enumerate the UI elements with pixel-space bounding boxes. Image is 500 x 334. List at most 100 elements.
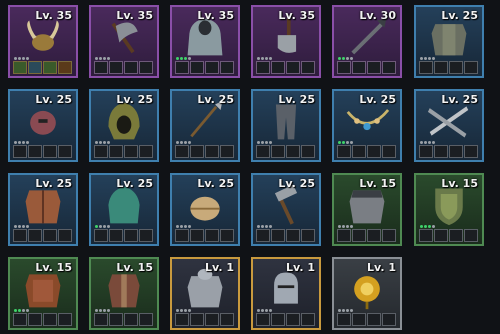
inventory-item[interactable]: Lv. 30 [332, 5, 402, 78]
upgrade-pip [424, 57, 427, 60]
upgrade-pip [342, 141, 345, 144]
gem-socket-empty [220, 61, 234, 74]
upgrade-pip [424, 225, 427, 228]
upgrade-pip [350, 225, 353, 228]
inventory-item[interactable]: Lv. 15 [89, 257, 159, 330]
inventory-item[interactable]: Lv. 35 [89, 5, 159, 78]
gem-socket-empty [271, 313, 285, 326]
inventory-item[interactable]: Lv. 35 [8, 5, 78, 78]
inventory-item[interactable]: Lv. 25 [414, 89, 484, 162]
gem-socket-empty [190, 145, 204, 158]
upgrade-pip [420, 141, 423, 144]
gem-socket-empty [124, 313, 138, 326]
inventory-item[interactable]: Lv. 25 [89, 89, 159, 162]
upgrade-pip [346, 57, 349, 60]
upgrade-pip [424, 141, 427, 144]
gem-slots [94, 145, 153, 158]
gem-slots [419, 61, 478, 74]
upgrade-pip [180, 141, 183, 144]
upgrade-pip [188, 309, 191, 312]
gem-socket-empty [43, 145, 57, 158]
inventory-item[interactable]: Lv. 25 [170, 173, 240, 246]
gem-socket-empty [301, 61, 315, 74]
upgrade-pip [342, 309, 345, 312]
inventory-item[interactable]: Lv. 25 [414, 5, 484, 78]
gem-socket-empty [205, 229, 219, 242]
gem-socket-empty [367, 313, 381, 326]
upgrade-pip [103, 309, 106, 312]
upgrade-pip [257, 57, 260, 60]
gem-slots [175, 145, 234, 158]
inventory-item[interactable]: Lv. 25 [8, 89, 78, 162]
gem-socket-empty [434, 229, 448, 242]
inventory-item[interactable]: Lv. 35 [251, 5, 321, 78]
upgrade-pip [176, 57, 179, 60]
gem-slots [175, 61, 234, 74]
gem-socket-empty [301, 145, 315, 158]
upgrade-pip [261, 57, 264, 60]
inventory-item[interactable]: Lv. 25 [332, 89, 402, 162]
inventory-item[interactable]: Lv. 35 [170, 5, 240, 78]
inventory-item[interactable]: Lv. 25 [8, 173, 78, 246]
inventory-item[interactable]: Lv. 25 [89, 173, 159, 246]
upgrade-pip [269, 225, 272, 228]
gem-socket-empty [124, 61, 138, 74]
inventory-item[interactable]: Lv. 25 [251, 89, 321, 162]
item-level: Lv. 35 [197, 9, 234, 22]
gem-socket-empty [464, 229, 478, 242]
gem-socket-empty [13, 313, 27, 326]
gem-socket-empty [352, 61, 366, 74]
upgrade-pip [26, 57, 29, 60]
gem-socket-empty [175, 229, 189, 242]
inventory-item[interactable]: Lv. 1 [251, 257, 321, 330]
gem-socket-empty [301, 313, 315, 326]
inventory-item[interactable]: Lv. 1 [170, 257, 240, 330]
upgrade-pip [176, 309, 179, 312]
gem-socket-empty [286, 61, 300, 74]
upgrade-pip [14, 57, 17, 60]
upgrade-pip [184, 57, 187, 60]
gem-socket-empty [419, 61, 433, 74]
item-level: Lv. 25 [116, 177, 153, 190]
gem-socket-empty [352, 313, 366, 326]
upgrade-pip [107, 57, 110, 60]
gem-socket-filled [43, 61, 57, 74]
inventory-item[interactable]: Lv. 15 [8, 257, 78, 330]
gem-socket-empty [301, 229, 315, 242]
gem-slots [94, 229, 153, 242]
inventory-item[interactable]: Lv. 25 [170, 89, 240, 162]
upgrade-pip [338, 141, 341, 144]
gem-socket-empty [419, 229, 433, 242]
upgrade-pip [346, 225, 349, 228]
gem-socket-empty [220, 313, 234, 326]
upgrade-pip [107, 141, 110, 144]
upgrade-pip [22, 141, 25, 144]
inventory-item[interactable]: Lv. 15 [414, 173, 484, 246]
upgrade-pip [350, 57, 353, 60]
gem-socket-empty [43, 229, 57, 242]
inventory-item[interactable]: Lv. 25 [251, 173, 321, 246]
gem-socket-empty [382, 229, 396, 242]
gem-socket-empty [175, 145, 189, 158]
gem-socket-empty [367, 229, 381, 242]
gem-socket-empty [109, 313, 123, 326]
gem-socket-empty [256, 313, 270, 326]
upgrade-pip [432, 141, 435, 144]
gem-slots [94, 61, 153, 74]
upgrade-pip [188, 141, 191, 144]
upgrade-pip [18, 57, 21, 60]
item-level: Lv. 25 [278, 93, 315, 106]
gem-slots [419, 229, 478, 242]
upgrade-pip [428, 141, 431, 144]
gem-socket-empty [449, 61, 463, 74]
gem-socket-empty [109, 145, 123, 158]
inventory-item[interactable]: Lv. 15 [332, 173, 402, 246]
upgrade-pip [432, 57, 435, 60]
upgrade-pip [176, 225, 179, 228]
item-level: Lv. 25 [197, 93, 234, 106]
upgrade-pip [265, 309, 268, 312]
inventory-item[interactable]: Lv. 1 [332, 257, 402, 330]
item-level: Lv. 25 [441, 93, 478, 106]
gem-socket-filled [28, 61, 42, 74]
upgrade-pip [103, 57, 106, 60]
